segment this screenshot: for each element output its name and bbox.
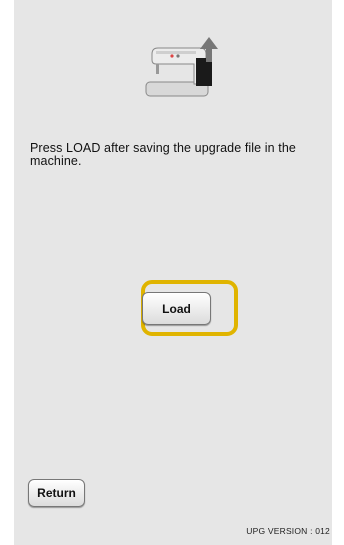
upgrade-version-label: UPG VERSION : 012 [246,526,330,536]
load-button[interactable]: Load [142,292,211,325]
upgrade-screen-panel [14,0,332,545]
return-button[interactable]: Return [28,479,85,507]
instruction-message: Press LOAD after saving the upgrade file… [30,141,296,168]
sewing-machine-upload-icon [145,37,218,97]
